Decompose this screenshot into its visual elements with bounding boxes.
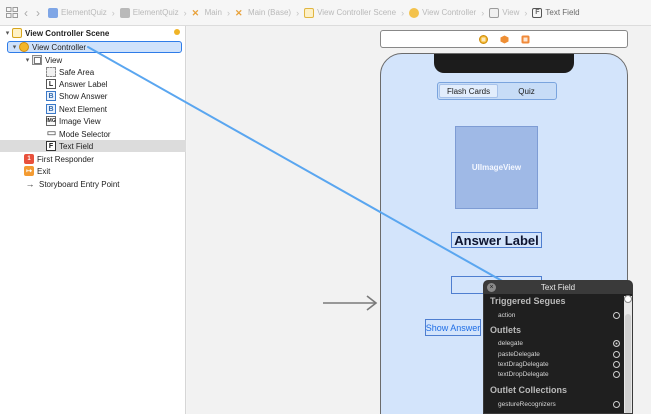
exit-icon: ↦ [24, 166, 34, 176]
forward-arrow-icon[interactable]: › [36, 6, 40, 20]
connections-hud: × Text Field Triggered Segues action Out… [483, 280, 633, 414]
scrollbar-knob[interactable] [625, 314, 631, 413]
outline-item-show-answer[interactable]: B Show Answer [0, 90, 186, 102]
breadcrumb-item[interactable]: ✕ Main (Base) › [235, 8, 299, 18]
label-icon: L [46, 79, 56, 89]
jump-bar: ‹ › ElementQuiz › ElementQuiz › ✕ Main › ✕ … [0, 0, 651, 26]
section-triggered-segues: Triggered Segues [490, 296, 566, 306]
view-controller-icon[interactable] [478, 34, 488, 44]
image-view[interactable]: UIImageView [455, 126, 538, 209]
outline-item-exit[interactable]: ↦ Exit [0, 165, 186, 177]
outline-item-mode-selector[interactable]: ⊏⊐ Mode Selector [0, 128, 186, 140]
document-outline: ▾ View Controller Scene ▾ View Controlle… [0, 26, 186, 414]
outline-item-image-view[interactable]: IMG Image View [0, 115, 186, 127]
first-responder-icon: 1 [24, 154, 34, 164]
view-controller-icon [409, 7, 420, 18]
mode-selector[interactable]: Flash Cards Quiz [437, 82, 557, 100]
breadcrumb-item[interactable]: F Text Field [532, 7, 580, 18]
connection-circle-icon[interactable] [613, 351, 620, 358]
outline-item-view-controller[interactable]: ▾ View Controller [0, 41, 186, 53]
connection-circle-icon[interactable] [613, 401, 620, 408]
entry-arrow-icon: → [25, 178, 35, 189]
outline-item-answer-label[interactable]: L Answer Label [0, 78, 186, 90]
connection-circle-icon[interactable] [613, 371, 620, 378]
breadcrumb-item[interactable]: View Controller › [409, 7, 484, 18]
section-outlet-collections: Outlet Collections [490, 385, 568, 395]
connection-row-gesture-recognizers[interactable]: gestureRecognizers [498, 400, 620, 409]
outline-item-storyboard-entry-point[interactable]: → Storyboard Entry Point [0, 178, 186, 190]
section-outlets: Outlets [490, 325, 522, 335]
connection-row-action[interactable]: action [498, 311, 620, 320]
connection-row-text-drop-delegate[interactable]: textDropDelegate [498, 370, 620, 379]
close-icon[interactable]: × [487, 283, 496, 292]
hud-title-bar: × Text Field [484, 281, 632, 294]
show-answer-button[interactable]: Show Answer [425, 319, 481, 336]
scene-dock [380, 30, 628, 48]
back-arrow-icon[interactable]: ‹ [24, 6, 28, 20]
connection-row-text-drag-delegate[interactable]: textDragDelegate [498, 360, 620, 369]
app-icon [48, 7, 58, 18]
device-notch [434, 54, 574, 73]
outline-item-first-responder[interactable]: 1 First Responder [0, 153, 186, 165]
connection-row-delegate[interactable]: delegate [498, 339, 620, 348]
storyboard-icon: ✕ [234, 7, 243, 18]
storyboard-entry-arrow[interactable] [323, 293, 379, 313]
exit-icon[interactable] [521, 35, 530, 44]
safe-area-icon [46, 67, 56, 77]
connection-circle-icon[interactable] [613, 340, 620, 347]
warning-dot-icon [174, 29, 180, 35]
connection-circle-icon[interactable] [613, 361, 620, 368]
view-icon [489, 7, 500, 18]
outline-item-safe-area[interactable]: Safe Area [0, 66, 186, 78]
text-field-icon: F [532, 7, 543, 18]
folder-icon [119, 7, 130, 18]
button-icon: B [46, 91, 56, 101]
disclosure-triangle-icon[interactable]: ▾ [10, 43, 19, 51]
breadcrumb-item[interactable]: View Controller Scene › [304, 7, 404, 18]
breadcrumb-item[interactable]: ElementQuiz › [48, 7, 115, 18]
outline-item-next-element[interactable]: B Next Element [0, 103, 186, 115]
text-field-icon: F [46, 141, 56, 151]
connection-row-paste-delegate[interactable]: pasteDelegate [498, 350, 620, 359]
segmented-control-icon: ⊏⊐ [46, 131, 56, 137]
connection-circle-icon[interactable] [613, 312, 620, 319]
outline-item-scene[interactable]: ▾ View Controller Scene [0, 27, 186, 39]
breadcrumb-item[interactable]: ElementQuiz › [119, 7, 187, 18]
hud-pin-icon[interactable] [624, 295, 632, 303]
button-icon: B [46, 104, 56, 114]
storyboard-icon: ✕ [191, 7, 200, 18]
disclosure-triangle-icon[interactable]: ▾ [3, 29, 12, 37]
answer-label[interactable]: Answer Label [451, 232, 542, 248]
outline-item-text-field[interactable]: F Text Field [0, 140, 186, 152]
view-controller-icon [19, 42, 29, 52]
scrollbar[interactable] [624, 296, 632, 413]
grid-icon[interactable] [6, 7, 18, 18]
image-view-icon: IMG [46, 116, 56, 126]
scene-icon [304, 7, 315, 18]
segment-flash-cards[interactable]: Flash Cards [439, 84, 498, 98]
disclosure-triangle-icon[interactable]: ▾ [23, 56, 32, 64]
breadcrumb-item[interactable]: ✕ Main › [192, 8, 230, 18]
view-icon [32, 55, 42, 65]
breadcrumb-item[interactable]: View › [489, 7, 527, 18]
scene-icon [12, 28, 22, 38]
segment-quiz[interactable]: Quiz [498, 84, 555, 98]
outline-item-view[interactable]: ▾ View [0, 54, 186, 66]
first-responder-icon[interactable] [500, 35, 509, 44]
